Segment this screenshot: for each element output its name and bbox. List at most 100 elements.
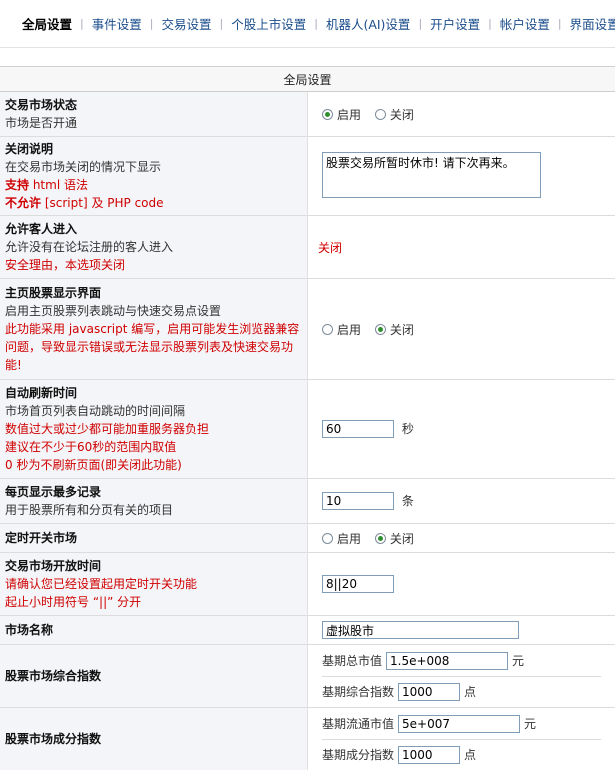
setting-warning: 起止小时用符号 “||” 分开 xyxy=(5,593,302,611)
row-per-page: 每页显示最多记录 用于股票所有和分页有关的项目 条 xyxy=(0,479,615,524)
label-cell: 关闭说明 在交易市场关闭的情况下显示 支持 html 语法 不允许 [scrip… xyxy=(0,137,308,216)
radio-unchecked-icon xyxy=(322,324,333,335)
row-timer: 定时开关市场 启用 关闭 xyxy=(0,524,615,553)
setting-title: 定时开关市场 xyxy=(5,529,302,547)
tab-robot-ai[interactable]: 机器人(AI)设置 xyxy=(318,14,419,33)
radio-label: 关闭 xyxy=(390,530,414,547)
label-cell: 自动刷新时间 市场首页列表自动跳动的时间间隔 数值过大或过少都可能加重服务器负担… xyxy=(0,380,308,479)
setting-warning: 支持 html 语法 xyxy=(5,176,302,194)
per-page-input[interactable] xyxy=(322,492,394,510)
setting-title: 交易市场开放时间 xyxy=(5,557,302,575)
setting-desc: 市场是否开通 xyxy=(5,114,302,132)
tab-events[interactable]: 事件设置 xyxy=(84,14,150,33)
radio-label: 启用 xyxy=(337,106,361,123)
value-cell: 条 xyxy=(308,479,615,524)
radio-checked-icon xyxy=(322,109,333,120)
label-cell: 股票市场综合指数 xyxy=(0,645,308,708)
sub-field: 基期流通市值 元 xyxy=(322,709,601,739)
warning-text: [script] 及 PHP code xyxy=(41,196,164,210)
label-cell: 股票市场成分指数 xyxy=(0,708,308,770)
sub-field: 基期成分指数 点 xyxy=(322,739,601,770)
radio-timer-off[interactable]: 关闭 xyxy=(375,530,414,547)
setting-title: 允许客人进入 xyxy=(5,220,302,238)
setting-warning: 请确认您已经设置起用定时开关功能 xyxy=(5,575,302,593)
radio-checked-icon xyxy=(375,324,386,335)
radio-checked-icon xyxy=(375,533,386,544)
value-cell: 基期总市值 元 基期综合指数 点 xyxy=(308,645,615,708)
market-name-input[interactable] xyxy=(322,621,519,639)
label-cell: 每页显示最多记录 用于股票所有和分页有关的项目 xyxy=(0,479,308,524)
row-open-time: 交易市场开放时间 请确认您已经设置起用定时开关功能 起止小时用符号 “||” 分… xyxy=(0,553,615,616)
setting-warning: 安全理由，本选项关闭 xyxy=(5,256,302,274)
setting-title: 股票市场综合指数 xyxy=(5,667,302,685)
radio-label: 启用 xyxy=(337,530,361,547)
tab-global[interactable]: 全局设置 xyxy=(14,14,80,33)
spacer xyxy=(0,48,615,66)
setting-title: 每页显示最多记录 xyxy=(5,483,302,501)
setting-title: 市场名称 xyxy=(5,621,302,639)
value-cell: 启用 关闭 xyxy=(308,524,615,553)
radio-label: 启用 xyxy=(337,321,361,338)
setting-desc: 启用主页股票列表跳动与快速交易点设置 xyxy=(5,302,302,320)
value-cell: 基期流通市值 元 基期成分指数 点 xyxy=(308,708,615,770)
row-composite-index: 股票市场综合指数 基期总市值 元 基期综合指数 点 xyxy=(0,645,615,708)
close-note-textarea[interactable]: 股票交易所暂时休市! 请下次再来。 xyxy=(322,152,541,198)
guest-status-text: 关闭 xyxy=(318,241,342,255)
sub-field: 基期总市值 元 xyxy=(322,646,601,676)
base-component-index-input[interactable] xyxy=(398,746,460,764)
setting-desc: 允许没有在论坛注册的客人进入 xyxy=(5,238,302,256)
tab-interface[interactable]: 界面设置 xyxy=(562,14,615,33)
unit-label: 点 xyxy=(464,746,476,763)
section-header-row: 全局设置 xyxy=(0,67,615,92)
value-cell: 启用 关闭 xyxy=(308,279,615,380)
setting-warning: 0 秒为不刷新页面(即关闭此功能) xyxy=(5,456,302,474)
base-float-market-value-input[interactable] xyxy=(398,715,520,733)
unit-label: 点 xyxy=(464,683,476,700)
row-guest-access: 允许客人进入 允许没有在论坛注册的客人进入 安全理由，本选项关闭 关闭 xyxy=(0,216,615,279)
label-cell: 市场名称 xyxy=(0,616,308,645)
warning-bold: 不允许 xyxy=(5,196,41,210)
radio-market-on[interactable]: 启用 xyxy=(322,106,361,123)
label-cell: 定时开关市场 xyxy=(0,524,308,553)
value-cell: 启用 关闭 xyxy=(308,92,615,137)
radio-label: 关闭 xyxy=(390,321,414,338)
row-market-name: 市场名称 xyxy=(0,616,615,645)
radio-timer-on[interactable]: 启用 xyxy=(322,530,361,547)
unit-label: 元 xyxy=(512,652,524,669)
radio-market-off[interactable]: 关闭 xyxy=(375,106,414,123)
setting-warning: 不允许 [script] 及 PHP code xyxy=(5,194,302,212)
base-composite-index-input[interactable] xyxy=(398,683,460,701)
setting-warning: 数值过大或过少都可能加重服务器负担 xyxy=(5,420,302,438)
radio-home-ui-on[interactable]: 启用 xyxy=(322,321,361,338)
field-label: 基期总市值 xyxy=(322,652,382,669)
label-cell: 主页股票显示界面 启用主页股票列表跳动与快速交易点设置 此功能采用 javasc… xyxy=(0,279,308,380)
field-label: 基期综合指数 xyxy=(322,683,394,700)
warning-text: html 语法 xyxy=(29,178,88,192)
label-cell: 交易市场状态 市场是否开通 xyxy=(0,92,308,137)
base-total-market-value-input[interactable] xyxy=(386,652,508,670)
field-label: 基期成分指数 xyxy=(322,746,394,763)
sub-field: 基期综合指数 点 xyxy=(322,676,601,707)
open-time-input[interactable] xyxy=(322,575,394,593)
radio-home-ui-off[interactable]: 关闭 xyxy=(375,321,414,338)
tab-listing[interactable]: 个股上市设置 xyxy=(223,14,314,33)
value-cell xyxy=(308,616,615,645)
setting-desc: 用于股票所有和分页有关的项目 xyxy=(5,501,302,519)
label-cell: 交易市场开放时间 请确认您已经设置起用定时开关功能 起止小时用符号 “||” 分… xyxy=(0,553,308,616)
tab-open-account[interactable]: 开户设置 xyxy=(422,14,488,33)
unit-label: 秒 xyxy=(402,422,414,436)
setting-title: 自动刷新时间 xyxy=(5,384,302,402)
refresh-time-input[interactable] xyxy=(322,420,394,438)
value-cell: 关闭 xyxy=(308,216,615,279)
section-title: 全局设置 xyxy=(0,67,615,92)
setting-desc: 市场首页列表自动跳动的时间间隔 xyxy=(5,402,302,420)
row-component-index: 股票市场成分指数 基期流通市值 元 基期成分指数 点 xyxy=(0,708,615,770)
field-label: 基期流通市值 xyxy=(322,715,394,732)
tab-account[interactable]: 帐户设置 xyxy=(492,14,558,33)
radio-unchecked-icon xyxy=(375,109,386,120)
tab-trade[interactable]: 交易设置 xyxy=(153,14,219,33)
unit-label: 元 xyxy=(524,715,536,732)
setting-title: 股票市场成分指数 xyxy=(5,730,302,748)
value-cell xyxy=(308,553,615,616)
label-cell: 允许客人进入 允许没有在论坛注册的客人进入 安全理由，本选项关闭 xyxy=(0,216,308,279)
